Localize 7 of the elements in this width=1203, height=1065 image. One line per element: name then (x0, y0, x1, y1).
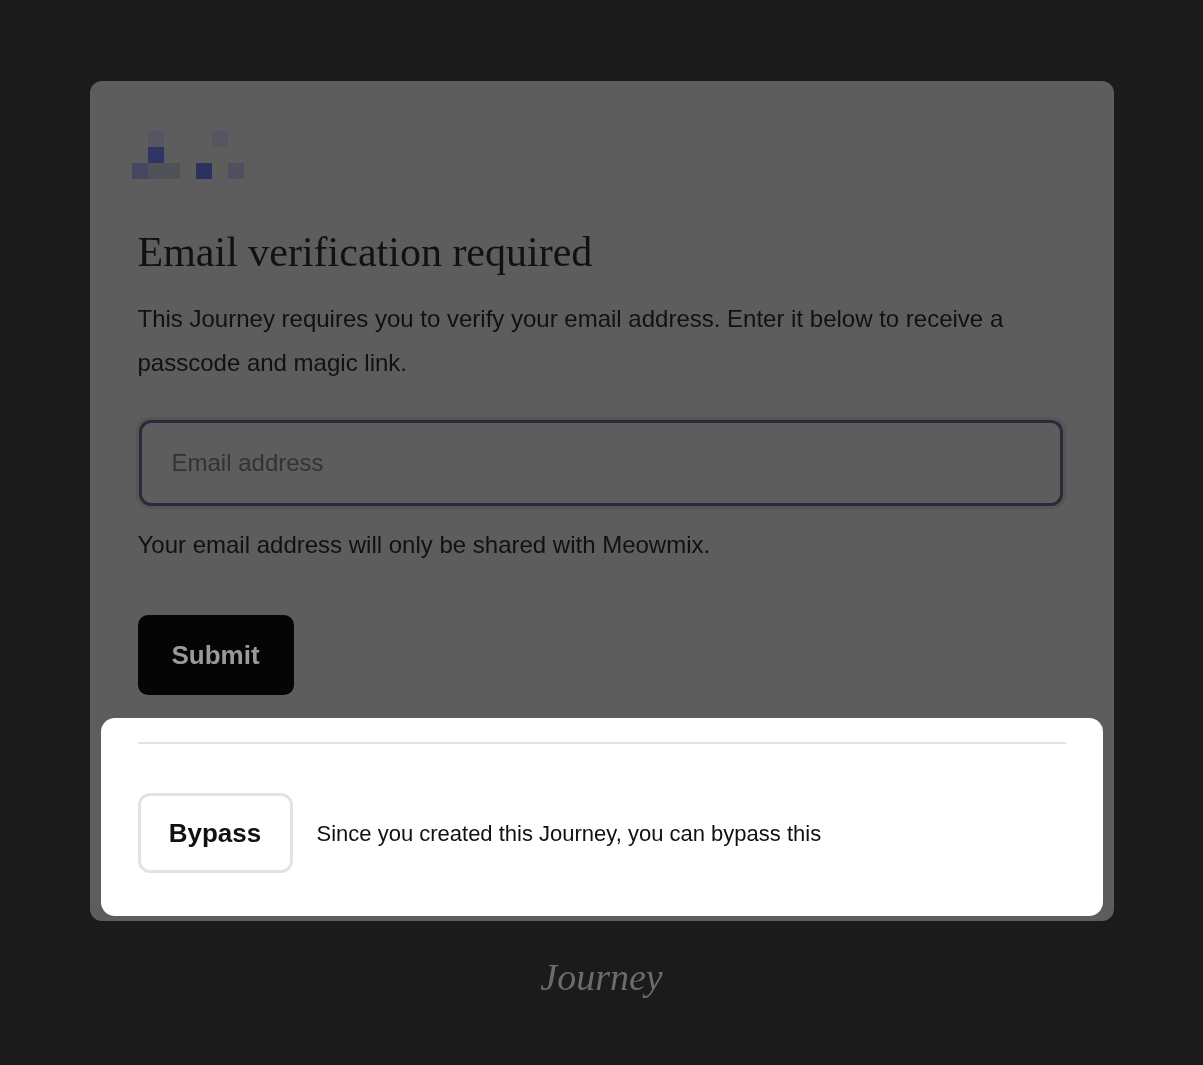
submit-button[interactable]: Submit (137, 615, 294, 695)
privacy-note: Your email address will only be shared with Meowmix. (137, 530, 712, 560)
bypass-button[interactable]: Bypass (137, 793, 293, 873)
dialog-title: Email verification required (137, 228, 594, 277)
bypass-note: Since you created this Journey, you can bypass this (316, 819, 822, 848)
dialog-description: This Journey requires you to verify your email address. Enter it below to receive a passcode and magic link. (137, 304, 1005, 378)
journey-wordmark: Journey (540, 955, 663, 1000)
